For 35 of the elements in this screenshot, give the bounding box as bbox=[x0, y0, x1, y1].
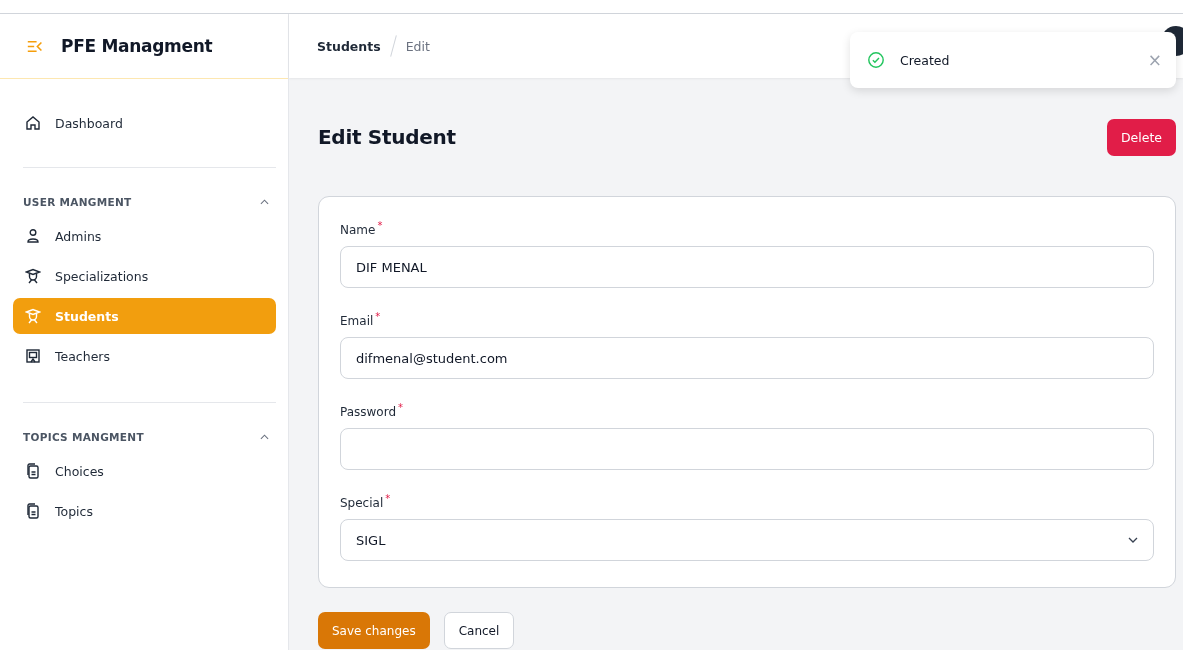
breadcrumb-link[interactable]: Students bbox=[317, 38, 381, 54]
page-title: Edit Student bbox=[318, 125, 456, 149]
input-field[interactable]: DIF MENAL bbox=[340, 246, 1154, 288]
chevron-icon[interactable] bbox=[260, 434, 269, 440]
chevron-down-icon bbox=[1128, 537, 1138, 543]
app-title: PFE Managment bbox=[61, 36, 213, 56]
input-field[interactable]: difmenal@student.com bbox=[340, 337, 1154, 379]
section-heading: USER MANGMENT bbox=[23, 196, 132, 208]
field-label: Name $^{*}$ bbox=[340, 220, 384, 237]
cancel-button[interactable]: Cancel bbox=[443, 612, 515, 649]
sidebar-item[interactable]: Topics bbox=[13, 493, 276, 529]
toast-message: Created bbox=[900, 52, 951, 68]
field-label: Special $^{*}$ bbox=[340, 493, 392, 510]
check-circle-icon bbox=[867, 51, 885, 69]
document-icon bbox=[25, 463, 41, 479]
select-field[interactable]: SIGL bbox=[340, 519, 1154, 561]
field-label: Password $^{*}$ bbox=[340, 402, 405, 419]
sidebar-item[interactable]: Choices bbox=[13, 453, 276, 489]
section-heading: TOPICS MANGMENT bbox=[23, 431, 144, 443]
graduation-cap-icon bbox=[25, 308, 41, 324]
board-icon bbox=[25, 348, 41, 364]
field-label: Email $^{*}$ bbox=[340, 311, 382, 328]
graduation-cap-icon bbox=[25, 268, 41, 284]
home-icon bbox=[25, 115, 41, 131]
input-field[interactable] bbox=[340, 428, 1154, 470]
breadcrumb-current: Edit bbox=[405, 38, 430, 54]
sidebar-item[interactable]: Admins bbox=[13, 218, 276, 254]
sidebar-item[interactable]: Teachers bbox=[13, 338, 276, 374]
menu-icon[interactable] bbox=[27, 39, 43, 53]
sidebar-item[interactable]: Specializations bbox=[13, 258, 276, 294]
document-icon bbox=[25, 503, 41, 519]
chevron-icon[interactable] bbox=[260, 199, 269, 205]
delete-button[interactable]: Delete bbox=[1106, 118, 1176, 156]
sidebar-item[interactable]: Dashboard bbox=[13, 105, 276, 141]
user-icon bbox=[25, 228, 41, 244]
